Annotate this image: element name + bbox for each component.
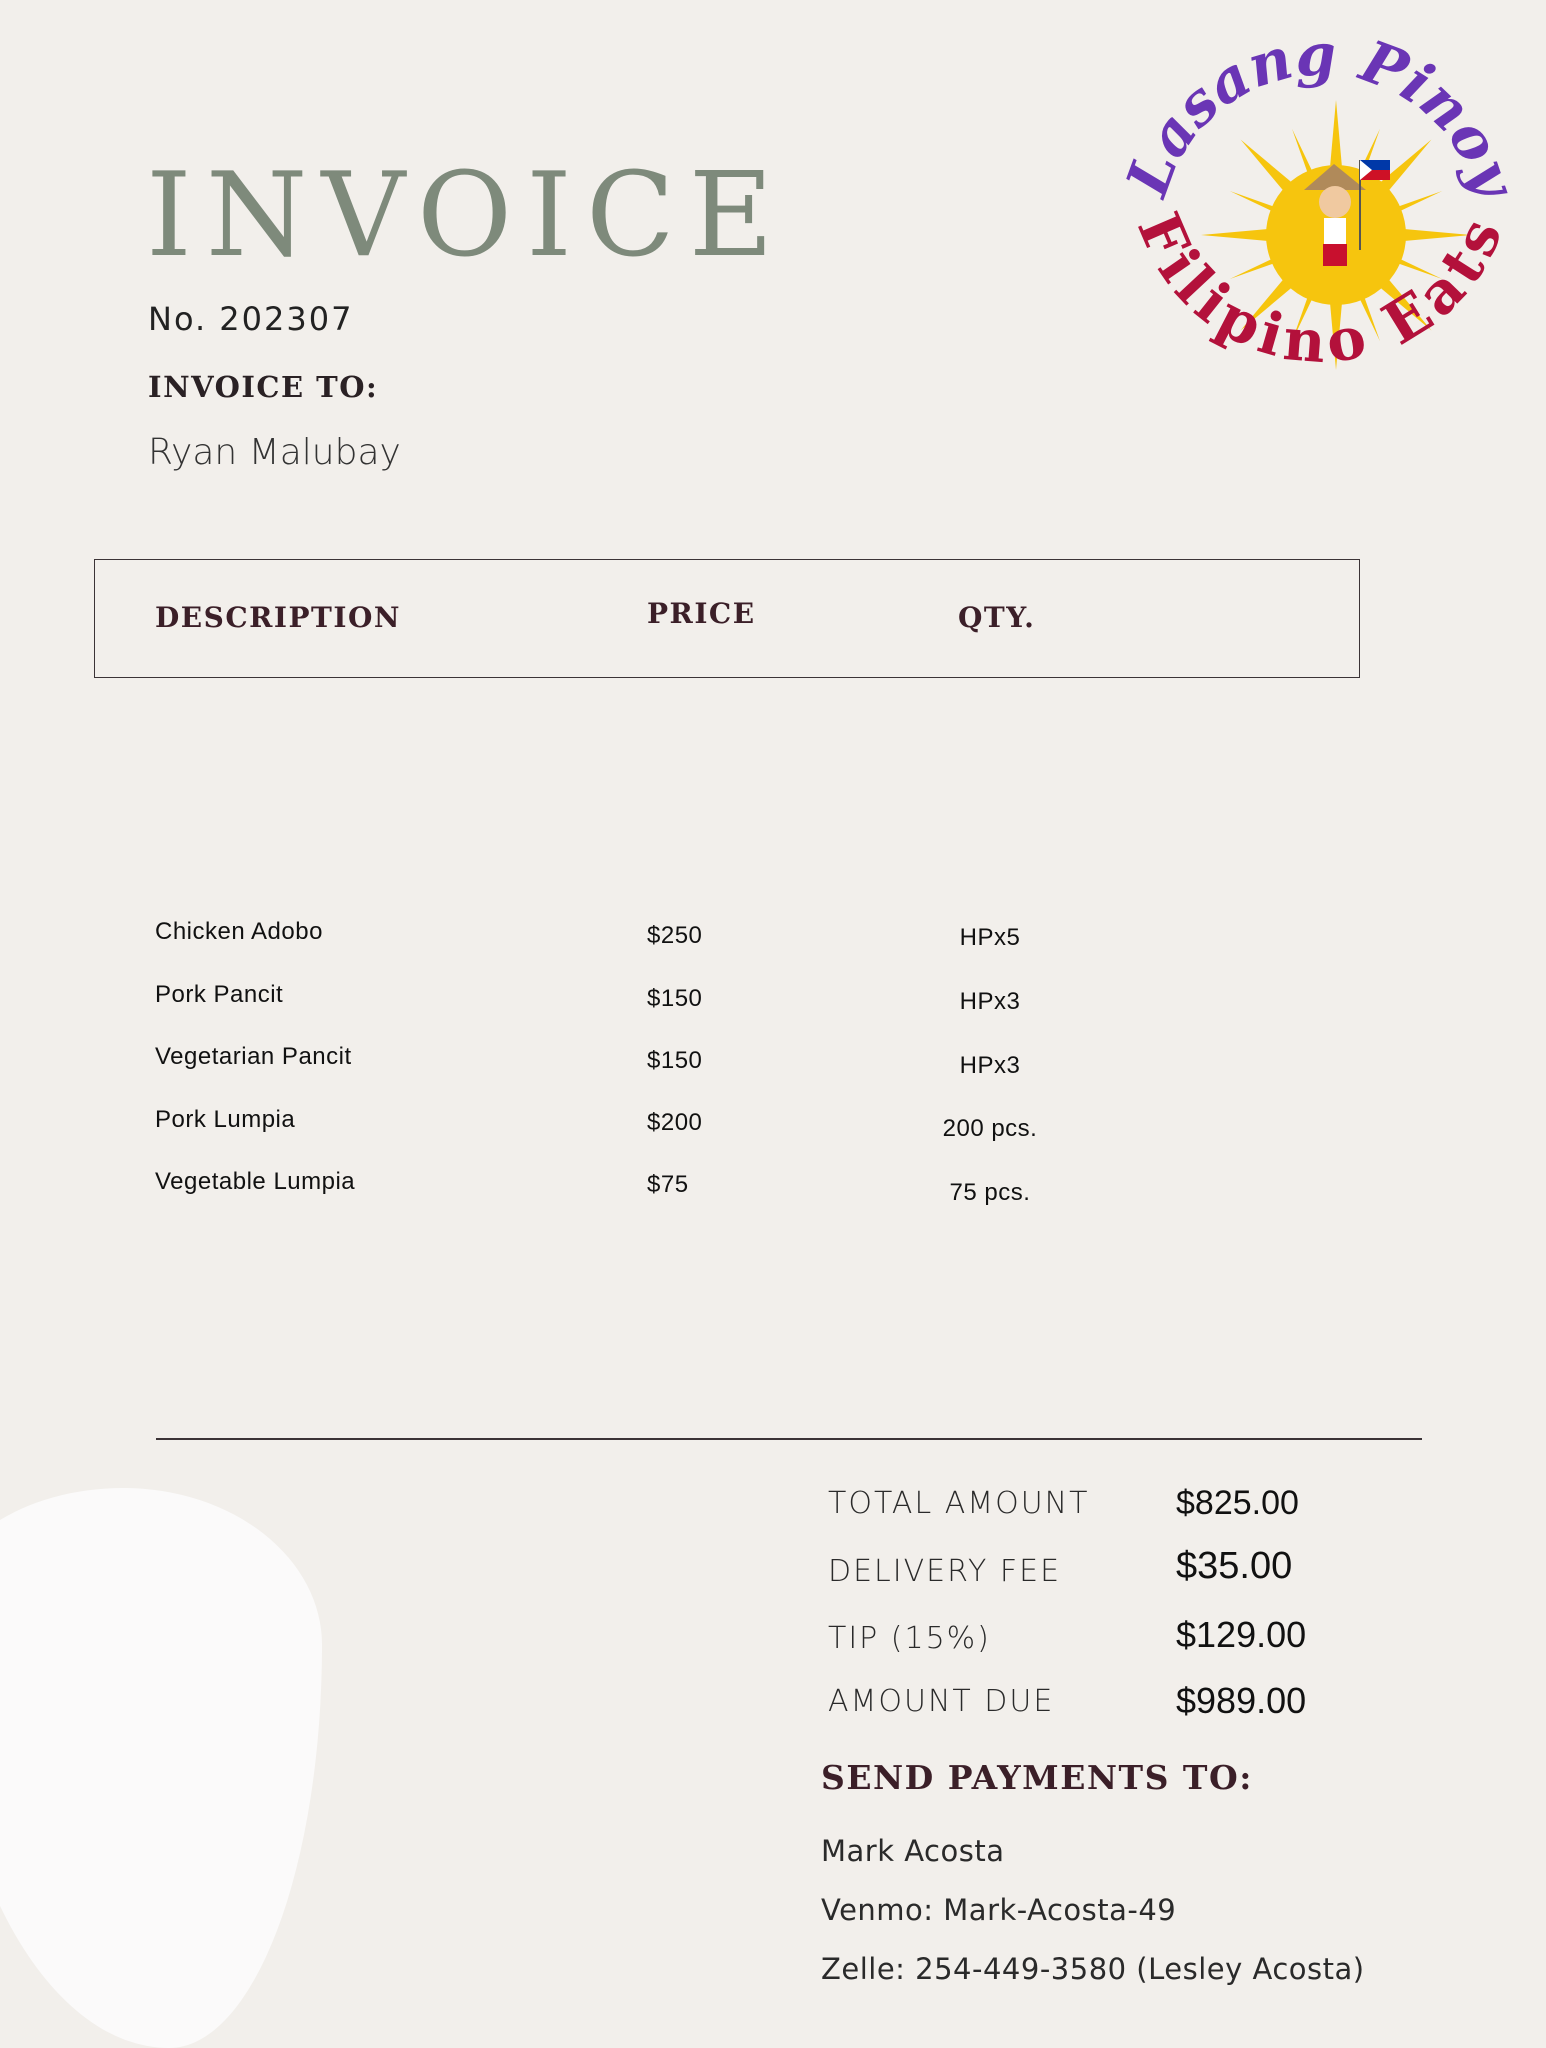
item-description: Chicken Adobo: [155, 918, 323, 945]
item-description: Vegetarian Pancit: [155, 1043, 352, 1070]
item-qty: HPx3: [959, 1052, 1021, 1079]
header-price: PRICE: [647, 597, 756, 630]
tip-label: TIP (15%): [828, 1621, 991, 1656]
amount-due-label: AMOUNT DUE: [828, 1684, 1055, 1719]
venmo-handle: Venmo: Mark-Acosta-49: [821, 1893, 1177, 1927]
item-price: $150: [647, 1047, 703, 1074]
amount-due-value: $989.00: [1176, 1680, 1307, 1721]
header-qty: QTY.: [958, 601, 1036, 634]
invoice-to-name: Ryan Malubay: [148, 432, 401, 473]
item-description: Pork Pancit: [155, 981, 284, 1008]
decorative-blob: [0, 1488, 322, 2048]
header-description: DESCRIPTION: [155, 601, 401, 634]
payee-name: Mark Acosta: [821, 1834, 1005, 1868]
invoice-number: No. 202307: [148, 300, 354, 338]
item-qty: HPx3: [959, 988, 1021, 1015]
send-payments-title: SEND PAYMENTS TO:: [821, 1758, 1253, 1797]
brand-logo: Lasang Pinoy Filipino Eats: [1116, 30, 1526, 377]
total-amount-label: TOTAL AMOUNT: [828, 1486, 1090, 1521]
invoice-to-label: INVOICE TO:: [148, 370, 379, 404]
item-price: $200: [647, 1109, 703, 1136]
item-price: $150: [647, 985, 703, 1012]
item-qty: HPx5: [959, 924, 1021, 951]
item-description: Pork Lumpia: [155, 1106, 296, 1133]
item-qty: 200 pcs.: [942, 1115, 1038, 1142]
invoice-title: INVOICE: [146, 148, 788, 283]
item-price: $250: [647, 922, 703, 949]
item-description: Vegetable Lumpia: [155, 1168, 356, 1195]
delivery-fee-value: $35.00: [1176, 1545, 1293, 1587]
item-price: $75: [647, 1171, 689, 1198]
item-qty: 75 pcs.: [949, 1179, 1031, 1206]
total-amount-value: $825.00: [1176, 1484, 1299, 1522]
tip-value: $129.00: [1176, 1614, 1307, 1655]
delivery-fee-label: DELIVERY FEE: [828, 1554, 1062, 1589]
zelle-info: Zelle: 254-449-3580 (Lesley Acosta): [821, 1952, 1365, 1986]
divider-line: [156, 1438, 1422, 1440]
